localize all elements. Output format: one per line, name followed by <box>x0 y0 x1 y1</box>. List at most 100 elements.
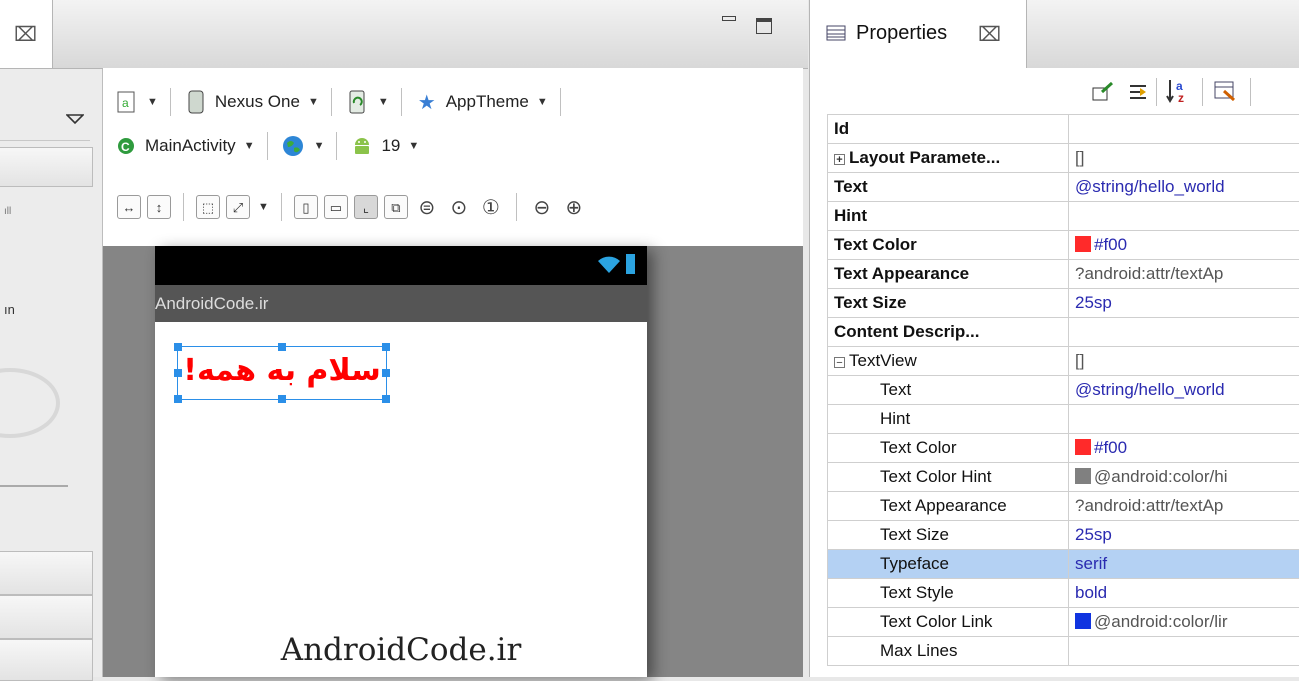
property-row[interactable]: Text Color Hint @android:color/hi <box>828 463 1299 492</box>
sort-alpha-icon[interactable]: az <box>1166 78 1192 109</box>
property-value-cell[interactable]: @android:color/lir <box>1069 608 1299 637</box>
fit-width-icon[interactable]: ▯ <box>294 195 318 219</box>
edit-property-icon[interactable] <box>1092 82 1114 107</box>
zoom-in-icon[interactable]: ⊕ <box>561 194 587 220</box>
zoom-actual-icon[interactable]: ⊜ <box>414 194 440 220</box>
orientation-icon[interactable] <box>344 89 370 115</box>
property-value[interactable]: serif <box>1069 550 1299 579</box>
property-value-cell[interactable]: @android:color/hi <box>1069 463 1299 492</box>
chevron-down-icon[interactable]: ▼ <box>314 140 325 152</box>
phone-preview[interactable]: AndroidCode.ir سلام به همه! AndroidCode.… <box>155 246 647 677</box>
palette-widget-button[interactable] <box>0 147 93 187</box>
palette-widget-button[interactable] <box>0 639 93 681</box>
resize-handle[interactable] <box>382 343 390 351</box>
device-selector[interactable]: Nexus One <box>215 92 300 112</box>
zoom-fit-icon[interactable]: ⧉ <box>384 195 408 219</box>
property-row[interactable]: Content Descrip... <box>828 318 1299 347</box>
resize-handle[interactable] <box>278 395 286 403</box>
minimize-icon[interactable] <box>722 16 736 21</box>
chevron-down-icon[interactable]: ▼ <box>408 140 419 152</box>
property-row[interactable]: Max Lines <box>828 637 1299 666</box>
property-value[interactable]: bold <box>1069 579 1299 608</box>
property-value-cell[interactable]: #f00 <box>1069 434 1299 463</box>
palette-widget-button[interactable] <box>0 551 93 595</box>
activity-selector[interactable]: MainActivity <box>145 136 236 156</box>
palette-widget-button[interactable] <box>0 595 93 639</box>
property-value[interactable] <box>1069 318 1299 347</box>
zoom-out-icon[interactable]: ⊖ <box>529 194 555 220</box>
chevron-down-icon[interactable]: ▼ <box>378 96 389 108</box>
property-row[interactable]: Text Appearance ?android:attr/textAp <box>828 492 1299 521</box>
property-value[interactable]: [] <box>1069 347 1299 376</box>
resize-handle[interactable] <box>174 343 182 351</box>
property-row-selected[interactable]: Typeface serif <box>828 550 1299 579</box>
chevron-down-icon[interactable]: ▼ <box>147 96 158 108</box>
property-row[interactable]: Text Color Link @android:color/lir <box>828 608 1299 637</box>
activity-icon[interactable]: C <box>113 133 139 159</box>
close-icon[interactable]: ⌧ <box>14 22 37 47</box>
chevron-down-icon[interactable] <box>66 112 84 130</box>
star-icon[interactable]: ★ <box>414 89 440 115</box>
property-row[interactable]: Text Appearance ?android:attr/textAp <box>828 260 1299 289</box>
chevron-down-icon[interactable]: ▼ <box>258 201 269 213</box>
property-value[interactable] <box>1069 202 1299 231</box>
property-row[interactable]: Text Color #f00 <box>828 231 1299 260</box>
collapse-icon[interactable]: − <box>834 357 845 368</box>
property-row[interactable]: Text Size 25sp <box>828 521 1299 550</box>
api-level-selector[interactable]: 19 <box>381 136 400 156</box>
property-row[interactable]: Text @string/hello_world <box>828 376 1299 405</box>
property-value[interactable]: @string/hello_world <box>1069 173 1299 202</box>
align-corner-icon[interactable]: ⌞ <box>354 195 378 219</box>
maximize-icon[interactable] <box>756 18 772 34</box>
resize-handle[interactable] <box>382 369 390 377</box>
resize-handle[interactable] <box>174 395 182 403</box>
fit-height-icon[interactable]: ▭ <box>324 195 348 219</box>
selected-textview[interactable]: سلام به همه! <box>177 346 387 400</box>
resize-handle[interactable] <box>174 369 182 377</box>
editor-tab[interactable]: ⌧ <box>0 0 53 68</box>
chevron-down-icon[interactable]: ▼ <box>308 96 319 108</box>
property-row[interactable]: −TextView [] <box>828 347 1299 376</box>
zoom-100-icon[interactable]: ① <box>478 194 504 220</box>
resize-handle[interactable] <box>382 395 390 403</box>
expand-icon[interactable]: + <box>834 154 845 165</box>
show-bounds-icon[interactable]: ⬚ <box>196 195 220 219</box>
emulate-size-icon[interactable]: ⤢ <box>226 195 250 219</box>
property-row[interactable]: Id <box>828 115 1299 144</box>
tab-properties[interactable]: Properties ⌧ <box>810 0 1027 68</box>
chevron-down-icon[interactable]: ▼ <box>537 96 548 108</box>
property-value[interactable] <box>1069 405 1299 434</box>
layout-file-icon[interactable]: a <box>113 89 139 115</box>
seekbar-icon[interactable] <box>0 485 68 487</box>
property-value[interactable]: ?android:attr/textAp <box>1069 492 1299 521</box>
property-value[interactable]: 25sp <box>1069 289 1299 318</box>
chevron-down-icon[interactable]: ▼ <box>244 140 255 152</box>
property-value[interactable] <box>1069 637 1299 666</box>
android-icon[interactable] <box>349 133 375 159</box>
zoom-real-icon[interactable]: ⊙ <box>446 194 472 220</box>
globe-icon[interactable] <box>280 133 306 159</box>
device-icon[interactable] <box>183 89 209 115</box>
property-row[interactable]: Text Size 25sp <box>828 289 1299 318</box>
property-value[interactable]: @string/hello_world <box>1069 376 1299 405</box>
progress-spinner-icon[interactable] <box>0 368 60 438</box>
fill-height-icon[interactable]: ↕ <box>147 195 171 219</box>
fill-width-icon[interactable]: ↔ <box>117 195 141 219</box>
property-row[interactable]: Hint <box>828 202 1299 231</box>
footer-textview[interactable]: AndroidCode.ir <box>155 632 647 668</box>
close-icon[interactable]: ⌧ <box>978 22 1001 47</box>
property-row[interactable]: +Layout Paramete... [] <box>828 144 1299 173</box>
resize-handle[interactable] <box>278 343 286 351</box>
property-row[interactable]: Text @string/hello_world <box>828 173 1299 202</box>
property-row[interactable]: Hint <box>828 405 1299 434</box>
property-row[interactable]: Text Style bold <box>828 579 1299 608</box>
filter-properties-icon[interactable] <box>1128 82 1148 107</box>
property-value[interactable]: 25sp <box>1069 521 1299 550</box>
property-value[interactable]: [] <box>1069 144 1299 173</box>
property-value-cell[interactable]: #f00 <box>1069 231 1299 260</box>
property-row[interactable]: Text Color #f00 <box>828 434 1299 463</box>
property-value[interactable] <box>1069 115 1299 144</box>
advanced-properties-icon[interactable] <box>1214 81 1236 106</box>
theme-selector[interactable]: AppTheme <box>446 92 529 112</box>
property-value[interactable]: ?android:attr/textAp <box>1069 260 1299 289</box>
